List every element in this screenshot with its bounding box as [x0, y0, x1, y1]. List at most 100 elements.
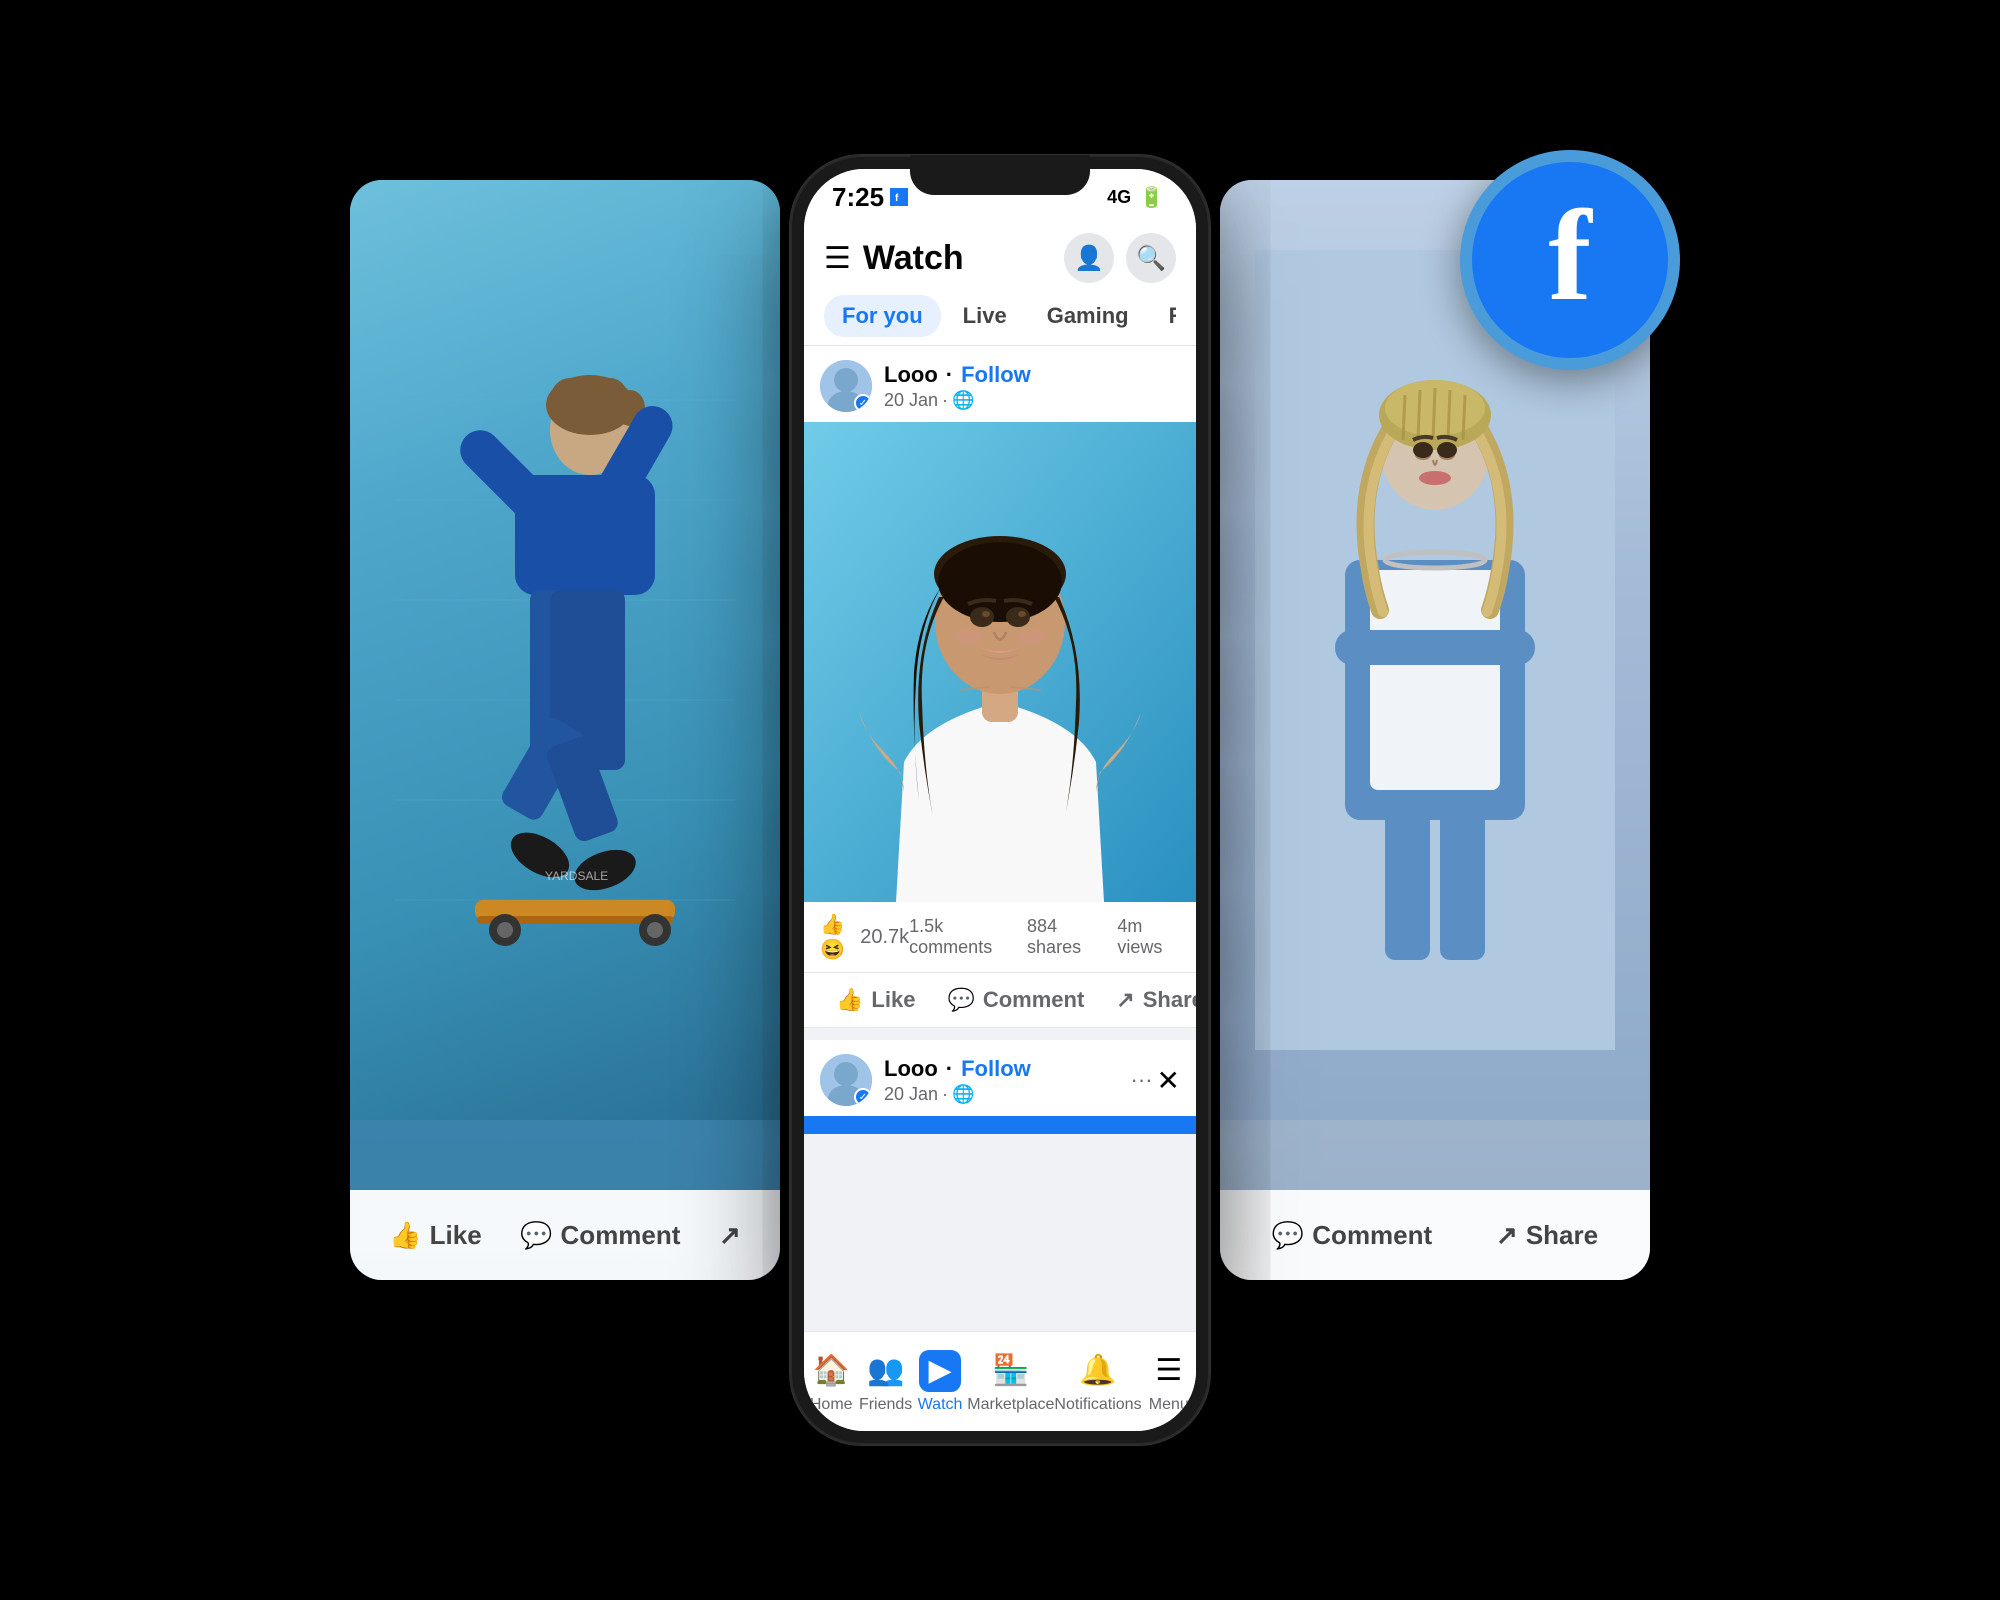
status-time: 7:25 — [832, 182, 884, 213]
watch-title: Watch — [863, 239, 964, 278]
nav-home-label: Home — [810, 1396, 853, 1414]
date-dot-2: · — [942, 1084, 948, 1105]
nav-watch[interactable]: ▶ Watch — [913, 1350, 967, 1414]
reactions-right: 1.5k comments 884 shares 4m views — [909, 916, 1180, 958]
like-icon: 👍 — [389, 1220, 421, 1251]
reactions-left: 👍😆 20.7k — [820, 912, 909, 962]
nav-marketplace[interactable]: 🏪 Marketplace — [967, 1350, 1054, 1414]
globe-icon: 🌐 — [952, 390, 974, 411]
video-card-2: ✓ Looo · Follow 20 Jan · — [804, 1040, 1196, 1134]
friends-icon: 👥 — [865, 1350, 907, 1392]
share-icon-right: ↗ — [1496, 1220, 1518, 1251]
video-feed[interactable]: ✓ Looo · Follow 20 Jan · — [804, 346, 1196, 1331]
marketplace-icon: 🏪 — [990, 1350, 1032, 1392]
phone-screen: 7:25 f 4G 🔋 ☰ Watch — [804, 169, 1196, 1431]
nav-marketplace-label: Marketplace — [967, 1396, 1054, 1414]
notch — [910, 155, 1090, 195]
post-1-avatar[interactable]: ✓ — [820, 360, 872, 412]
fb-status-dot: f — [890, 188, 908, 206]
nav-notifications[interactable]: 🔔 Notifications — [1054, 1350, 1141, 1414]
comment-button-1[interactable]: 💬 Comment — [931, 979, 1100, 1021]
left-comment-button[interactable]: 💬 Comment — [520, 1220, 680, 1251]
video-thumbnail-1[interactable] — [804, 422, 1196, 902]
notifications-icon: 🔔 — [1077, 1350, 1119, 1392]
left-card: YARDSALE 👍 Like 💬 Comment ↗ — [350, 180, 780, 1280]
nav-notifications-label: Notifications — [1054, 1396, 1141, 1414]
post-1-reactions: 👍😆 20.7k 1.5k comments 884 shares 4m vie… — [804, 902, 1196, 973]
post-1-follow-button[interactable]: Follow — [961, 362, 1031, 388]
post-2-username: Looo — [884, 1056, 938, 1082]
phone-outer: 7:25 f 4G 🔋 ☰ Watch — [790, 155, 1210, 1445]
watch-tabs: For you Live Gaming Reels Following — [824, 291, 1176, 341]
post-2-meta: Looo · Follow 20 Jan · 🌐 — [884, 1056, 1119, 1105]
girl-video-bg — [804, 422, 1196, 902]
verified-badge: ✓ — [854, 394, 872, 412]
share-icon-1: ↗ — [1116, 987, 1134, 1013]
scene: YARDSALE 👍 Like 💬 Comment ↗ — [350, 100, 1650, 1500]
comment-icon-1: 💬 — [947, 987, 974, 1013]
like-label: Like — [430, 1220, 482, 1251]
verified-badge-2: ✓ — [854, 1088, 872, 1106]
profile-icon: 👤 — [1074, 244, 1104, 273]
profile-icon-button[interactable]: 👤 — [1064, 233, 1114, 283]
left-like-button[interactable]: 👍 Like — [389, 1220, 481, 1251]
post-2-date: 20 Jan — [884, 1084, 938, 1105]
share-button-1[interactable]: ↗ Share — [1100, 979, 1196, 1021]
post-2-avatar[interactable]: ✓ — [820, 1054, 872, 1106]
video-card-1: ✓ Looo · Follow 20 Jan · — [804, 346, 1196, 1028]
hamburger-icon[interactable]: ☰ — [824, 241, 851, 276]
nav-menu[interactable]: ☰ Menu — [1142, 1350, 1196, 1414]
comment-label: Comment — [561, 1220, 681, 1251]
nav-friends-label: Friends — [859, 1396, 912, 1414]
home-icon: 🏠 — [810, 1350, 852, 1392]
facebook-badge: f — [1460, 150, 1680, 370]
share-label-right: Share — [1526, 1220, 1598, 1251]
header-icons: 👤 🔍 — [1064, 233, 1176, 283]
battery-icon: 🔋 — [1139, 185, 1164, 210]
phone: 7:25 f 4G 🔋 ☰ Watch — [780, 140, 1220, 1460]
tab-live[interactable]: Live — [945, 295, 1025, 337]
watch-header: ☰ Watch 👤 🔍 For you — [804, 225, 1196, 346]
nav-home[interactable]: 🏠 Home — [804, 1350, 858, 1414]
comments-count: 1.5k comments — [909, 916, 1011, 958]
tab-for-you[interactable]: For you — [824, 295, 941, 337]
post-2-more-button[interactable]: ··· ✕ — [1131, 1064, 1180, 1097]
menu-icon: ☰ — [1148, 1350, 1190, 1392]
left-card-actions: 👍 Like 💬 Comment ↗ — [350, 1190, 780, 1280]
post-1-action-row: 👍 Like 💬 Comment ↗ Share — [804, 973, 1196, 1028]
post-1-user-line: Looo · Follow — [884, 362, 1180, 388]
search-icon: 🔍 — [1136, 244, 1166, 273]
fb-circle: f — [1460, 150, 1680, 370]
watch-icon: ▶ — [919, 1350, 961, 1392]
tab-reels[interactable]: Reels — [1151, 295, 1176, 337]
left-share-button[interactable]: ↗ — [719, 1220, 741, 1251]
post-2-blue-strip — [804, 1116, 1196, 1134]
post-2-header: ✓ Looo · Follow 20 Jan · — [804, 1040, 1196, 1116]
post-1-date-line: 20 Jan · 🌐 — [884, 390, 1180, 411]
post-2-date-line: 20 Jan · 🌐 — [884, 1084, 1119, 1105]
comment-label-right: Comment — [1312, 1220, 1432, 1251]
nav-friends[interactable]: 👥 Friends — [858, 1350, 912, 1414]
post-1-date: 20 Jan — [884, 390, 938, 411]
tab-gaming[interactable]: Gaming — [1029, 295, 1147, 337]
post-1-header: ✓ Looo · Follow 20 Jan · — [804, 346, 1196, 422]
like-icon-1: 👍 — [836, 987, 863, 1013]
search-icon-button[interactable]: 🔍 — [1126, 233, 1176, 283]
dot-sep-2: · — [946, 1056, 953, 1082]
dot-sep-1: · — [946, 362, 953, 388]
share-icon: ↗ — [719, 1220, 741, 1251]
like-label-1: Like — [871, 987, 915, 1013]
post-2-follow-button[interactable]: Follow — [961, 1056, 1031, 1082]
watch-title-row: ☰ Watch 👤 🔍 — [824, 233, 1176, 283]
right-card-actions: 💬 Comment ↗ Share — [1220, 1190, 1650, 1280]
like-button-1[interactable]: 👍 Like — [820, 979, 931, 1021]
right-share-button[interactable]: ↗ Share — [1496, 1220, 1598, 1251]
post-1-meta: Looo · Follow 20 Jan · 🌐 — [884, 362, 1180, 411]
post-2-user-line: Looo · Follow — [884, 1056, 1119, 1082]
post-1-username: Looo — [884, 362, 938, 388]
globe-icon-2: 🌐 — [952, 1084, 974, 1105]
right-comment-button[interactable]: 💬 Comment — [1272, 1220, 1432, 1251]
shares-count: 884 shares — [1027, 916, 1101, 958]
nav-watch-label: Watch — [918, 1396, 963, 1414]
reaction-emojis: 👍😆 — [820, 912, 854, 962]
